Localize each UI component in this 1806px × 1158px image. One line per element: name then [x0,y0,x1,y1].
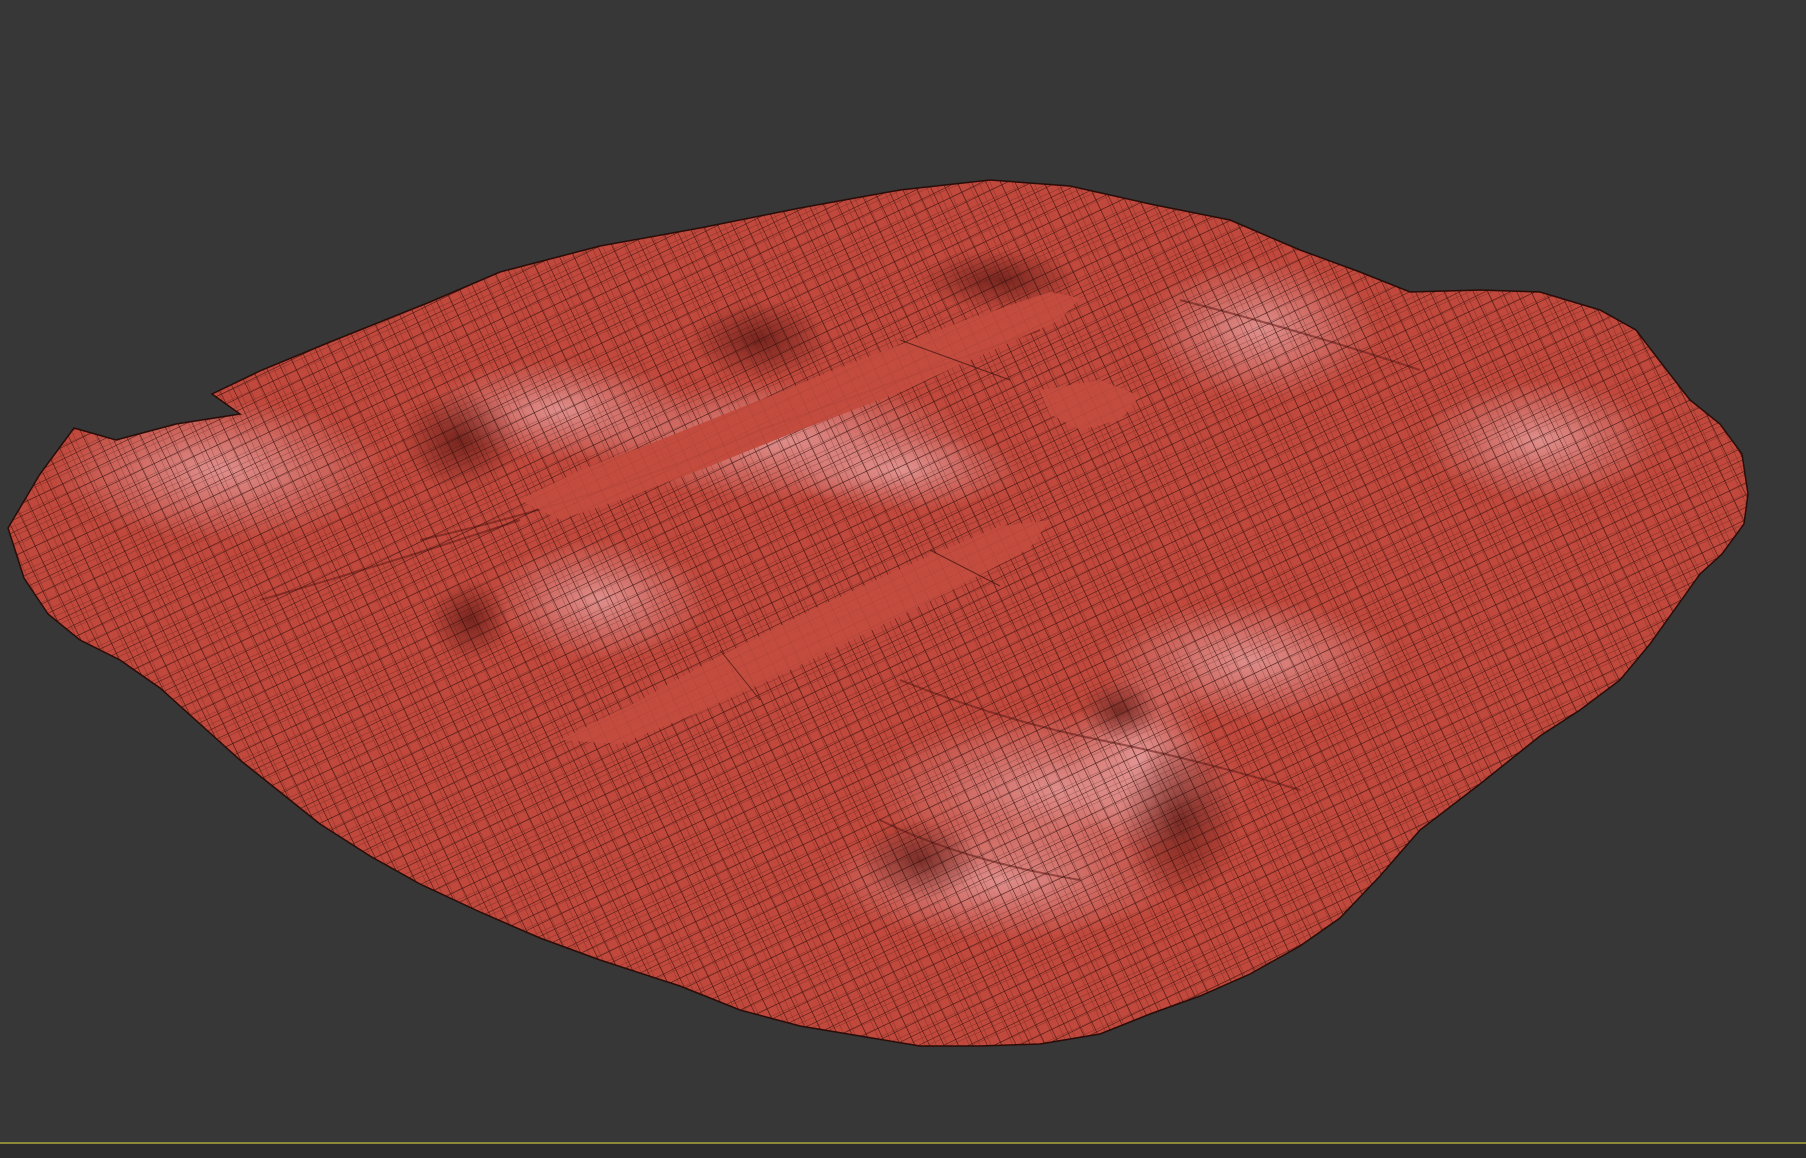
3d-viewport[interactable] [0,0,1806,1158]
viewport-canvas[interactable] [0,0,1806,1158]
viewport-bottom-strip [0,1144,1806,1158]
